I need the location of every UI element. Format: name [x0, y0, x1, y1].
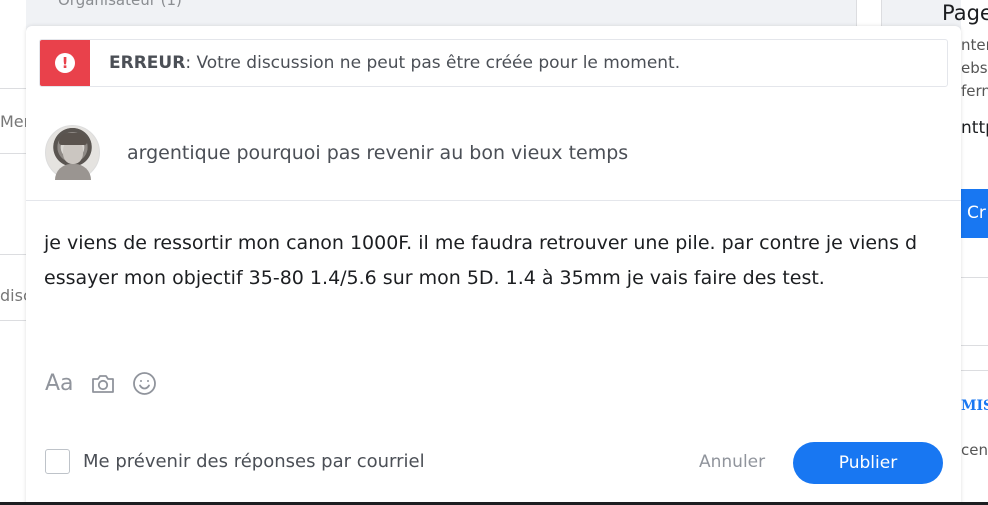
- page-title: Page: [942, 1, 988, 25]
- right-text: ebs: [961, 59, 988, 77]
- background-strip: [856, 0, 882, 28]
- dialog-footer: Me prévenir des réponses par courriel An…: [45, 441, 943, 484]
- avatar-shirt: [55, 164, 91, 180]
- error-detail: : Votre discussion ne peut pas être créé…: [185, 53, 681, 73]
- divider: [0, 153, 26, 154]
- left-column: Mer disc: [0, 0, 32, 505]
- camera-icon[interactable]: [90, 373, 116, 395]
- right-text: fern: [961, 82, 988, 100]
- post-body-editor[interactable]: je viens de ressortir mon canon 1000F. i…: [44, 226, 944, 295]
- error-prefix: ERREUR: [109, 53, 186, 73]
- error-message: ERREUR: Votre discussion ne peut pas êtr…: [109, 53, 680, 73]
- avatar: [45, 125, 100, 180]
- organizer-label: Organisateur (1): [58, 0, 182, 9]
- divider: [0, 320, 26, 321]
- composer-toolbar: Aa: [45, 371, 173, 396]
- divider: [0, 254, 26, 255]
- avatar-hair: [59, 133, 87, 145]
- create-discussion-dialog: ! ERREUR: Votre discussion ne peut pas ê…: [26, 26, 961, 505]
- notify-checkbox[interactable]: [45, 449, 70, 474]
- right-link[interactable]: MIS: [961, 398, 988, 414]
- discussion-header: argentique pourquoi pas revenir au bon v…: [26, 87, 961, 201]
- right-text: nttp: [961, 118, 988, 138]
- right-text: cen: [961, 441, 988, 459]
- error-strip: !: [40, 40, 90, 86]
- divider: [961, 277, 988, 278]
- exclamation-icon: !: [55, 53, 75, 73]
- text-format-button[interactable]: Aa: [45, 371, 74, 396]
- divider: [0, 88, 26, 89]
- error-banner: ! ERREUR: Votre discussion ne peut pas ê…: [39, 39, 948, 87]
- discussion-title-field[interactable]: argentique pourquoi pas revenir au bon v…: [127, 142, 628, 164]
- publish-button[interactable]: Publier: [793, 442, 943, 484]
- cancel-button[interactable]: Annuler: [699, 452, 765, 472]
- right-text: nter: [961, 36, 988, 54]
- divider: [961, 370, 988, 371]
- notify-checkbox-label[interactable]: Me prévenir des réponses par courriel: [83, 451, 425, 472]
- divider: [961, 345, 988, 346]
- emoji-icon[interactable]: [132, 371, 157, 396]
- create-button[interactable]: Cr: [961, 189, 988, 238]
- right-column: nter ebs fern nttp Cr MIS cen: [961, 0, 988, 505]
